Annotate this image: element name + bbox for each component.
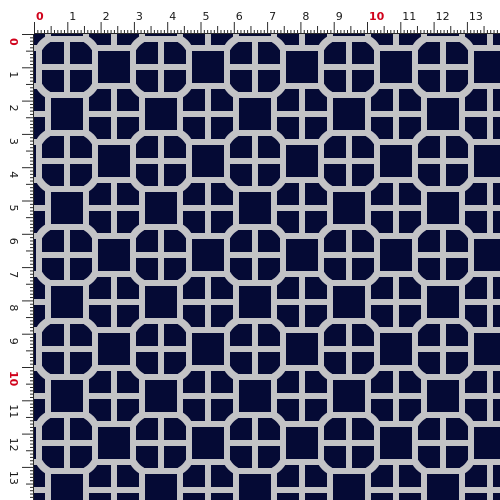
ruler-label-top: 11: [402, 10, 416, 23]
swatch-image: 01234567891011121314 012345678910111213: [0, 0, 500, 500]
left-ruler: 012345678910111213: [7, 34, 34, 500]
ruler-label-top: 10: [369, 10, 385, 23]
ruler-label-left: 8: [7, 304, 20, 311]
ruler-label-top: 0: [36, 10, 44, 23]
ruler-label-left: 3: [7, 138, 20, 145]
top-ruler: 01234567891011121314: [34, 10, 500, 34]
ruler-label-left: 13: [7, 471, 20, 485]
ruler-label-top: 8: [302, 10, 309, 23]
ruler-label-top: 1: [69, 10, 76, 23]
ruler-label-top: 4: [169, 10, 176, 23]
ruler-label-left: 0: [7, 38, 20, 46]
ruler-label-top: 13: [469, 10, 483, 23]
ruler-label-top: 6: [236, 10, 243, 23]
ruler-corner: [0, 0, 34, 34]
ruler-label-left: 12: [7, 438, 20, 452]
ruler-label-top: 12: [436, 10, 450, 23]
ruler-label-left: 1: [7, 71, 20, 78]
ruler-label-left: 7: [7, 271, 20, 278]
lattice-overlay: [34, 34, 500, 500]
fabric-pattern: [34, 34, 500, 500]
ruler-label-top: 3: [136, 10, 143, 23]
ruler-label-left: 5: [7, 205, 20, 212]
ruler-label-top: 2: [103, 10, 110, 23]
ruler-label-left: 6: [7, 238, 20, 245]
ruler-label-top: 7: [269, 10, 276, 23]
ruler-label-left: 11: [7, 404, 20, 418]
ruler-label-top: 5: [203, 10, 210, 23]
ruler-label-left: 2: [7, 105, 20, 112]
ruler-label-left: 4: [7, 171, 20, 178]
ruler-label-top: 9: [336, 10, 343, 23]
ruler-label-left: 10: [7, 371, 20, 387]
ruler-label-left: 9: [7, 338, 20, 345]
